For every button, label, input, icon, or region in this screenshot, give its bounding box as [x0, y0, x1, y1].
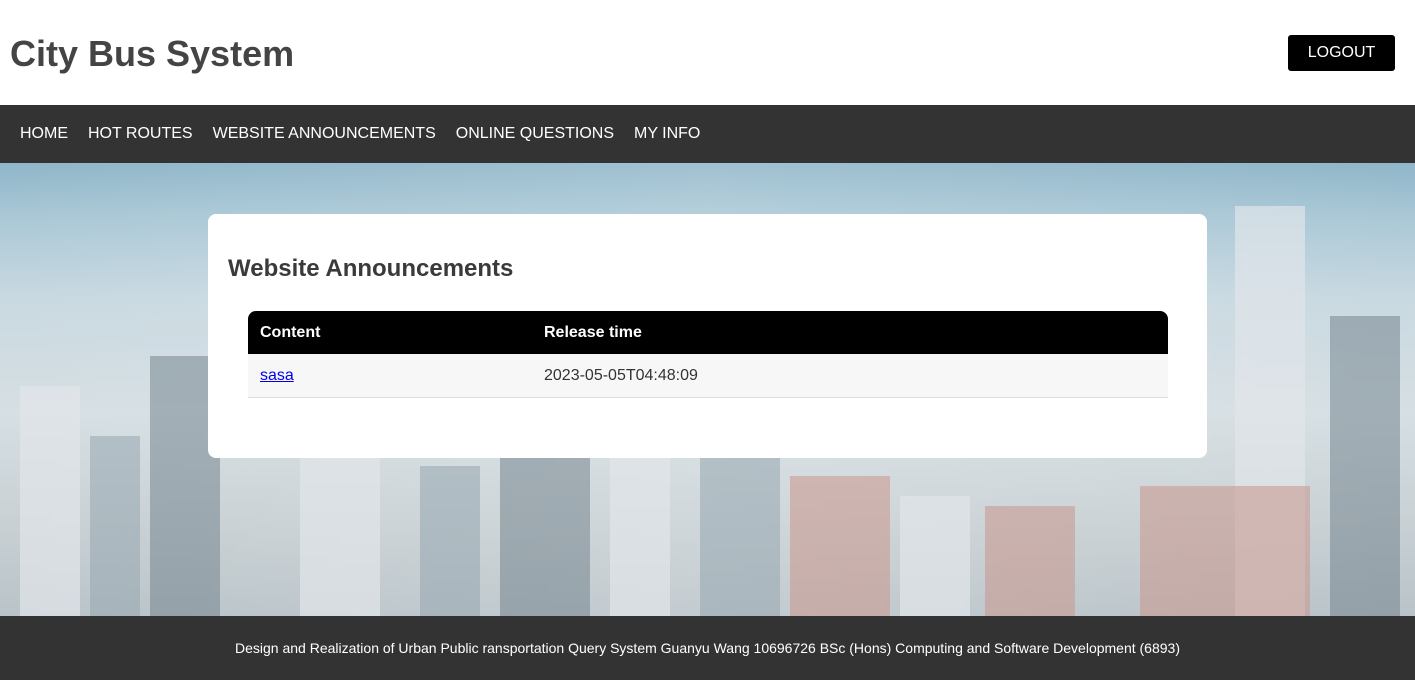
nav-item-home[interactable]: HOME [10, 125, 78, 143]
nav-item-hot-routes[interactable]: HOT ROUTES [78, 125, 203, 143]
background-building [420, 466, 480, 616]
nav-item-my-info[interactable]: MY INFO [624, 125, 710, 143]
table-header: Content Release time [248, 311, 1168, 354]
background-building [20, 386, 80, 616]
logout-button[interactable]: LOGOUT [1288, 35, 1395, 71]
nav-list: HOME HOT ROUTES WEBSITE ANNOUNCEMENTS ON… [0, 105, 1415, 163]
announcements-table: Content Release time sasa 2023-05-05T04:… [248, 311, 1168, 398]
background-building [610, 456, 670, 616]
footer-text: Design and Realization of Urban Public r… [235, 640, 1180, 656]
site-title: City Bus System [10, 33, 295, 74]
cell-release-time: 2023-05-05T04:48:09 [544, 366, 698, 384]
background-building [790, 476, 890, 616]
main-nav: HOME HOT ROUTES WEBSITE ANNOUNCEMENTS ON… [0, 105, 1415, 163]
cell-content: sasa [248, 367, 544, 385]
page-title: Website Announcements [228, 255, 514, 282]
table-row: sasa 2023-05-05T04:48:09 [248, 354, 1168, 398]
background-building [700, 436, 780, 616]
nav-item-online-questions[interactable]: ONLINE QUESTIONS [446, 125, 624, 143]
column-header-release-time: Release time [544, 323, 642, 341]
background-building [985, 506, 1075, 616]
site-footer: Design and Realization of Urban Public r… [0, 616, 1415, 680]
background-building [1140, 486, 1310, 616]
column-header-content: Content [260, 323, 321, 341]
background-building [90, 436, 140, 616]
background-building [1330, 316, 1400, 616]
announcements-card: Website Announcements Content Release ti… [208, 214, 1207, 458]
nav-item-website-announcements[interactable]: WEBSITE ANNOUNCEMENTS [203, 125, 446, 143]
site-header: City Bus System LOGOUT [0, 0, 1415, 105]
background-building [300, 446, 380, 616]
announcement-link[interactable]: sasa [260, 367, 294, 384]
background-building [900, 496, 970, 616]
